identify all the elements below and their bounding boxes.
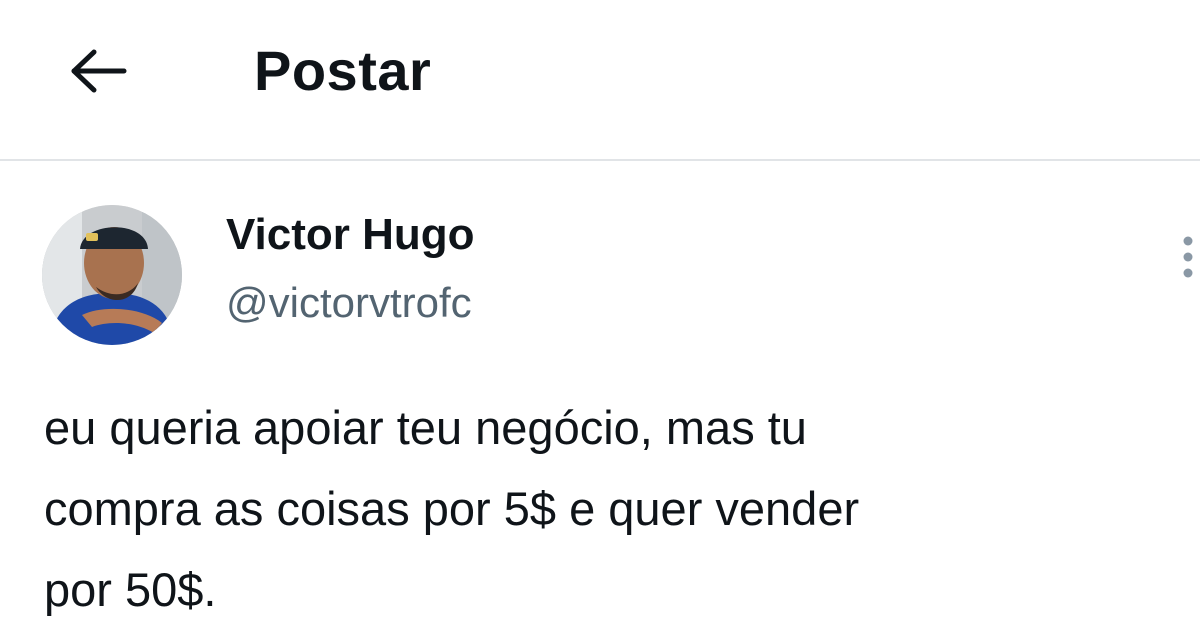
author-display-name[interactable]: Victor Hugo [226,207,475,263]
post-text: eu queria apoiar teu negócio, mas tu com… [44,401,860,616]
more-options-button[interactable] [1170,231,1200,287]
back-button[interactable] [58,36,138,106]
more-vertical-icon [1183,236,1193,278]
author-handle[interactable]: @victorvtrofc [226,275,472,331]
top-bar: Postar [0,0,1200,160]
avatar[interactable] [42,205,182,345]
arrow-left-icon [71,49,127,93]
page-title: Postar [254,39,432,102]
profile-photo [42,205,182,345]
post-card: Victor Hugo @victorvtrofc eu queria apoi… [0,161,1200,630]
